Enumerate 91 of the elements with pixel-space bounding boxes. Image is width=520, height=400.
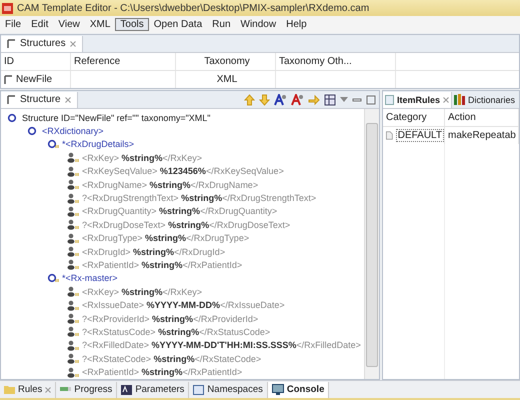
tree-node[interactable]: <RXdictionary> [42, 126, 104, 136]
close-icon[interactable] [70, 40, 76, 46]
progress-icon [60, 385, 72, 394]
node-icon [7, 112, 19, 123]
panel-tab[interactable]: Progress [56, 382, 118, 398]
panel-tab[interactable]: Rules [0, 382, 56, 398]
element-icon [67, 152, 79, 164]
close-icon[interactable] [64, 96, 71, 102]
menu-item[interactable]: XML [84, 18, 116, 31]
panel-tab[interactable]: Console [268, 382, 330, 398]
element-icon [67, 192, 79, 204]
tree-node[interactable]: <RxKeySeqValue> %123456%</RxKeySeqValue> [82, 166, 284, 176]
tree-node[interactable]: <RxIssueDate> %YYYY-MM-DD%</RxIssueDate> [82, 300, 285, 310]
arrow-icon[interactable] [308, 94, 320, 106]
menu-item[interactable]: View [53, 18, 85, 31]
tree-node[interactable]: ?<RxProviderId> %string%</RxProviderId> [82, 314, 258, 324]
panel-tab[interactable]: Dictionaries [452, 92, 518, 108]
grid-icon[interactable] [324, 94, 336, 106]
books-icon [454, 94, 466, 105]
tree-node[interactable]: <RxPatientId> %string%</RxPatientId> [82, 367, 242, 378]
scroll-thumb[interactable] [366, 123, 378, 367]
tree-node[interactable]: <RxDrugName> %string%</RxDrugName> [82, 180, 258, 190]
element-icon [67, 300, 79, 311]
table-cell: DEFAULT [396, 129, 444, 142]
node-icon [27, 126, 39, 136]
panel-tab[interactable]: ItemRules [383, 92, 452, 108]
table-icon [4, 74, 13, 84]
node-icon [47, 139, 59, 150]
parameters-icon [121, 384, 132, 394]
document-icon [386, 130, 393, 141]
element-icon [67, 286, 79, 298]
column-header[interactable]: Taxonomy [176, 53, 276, 70]
close-icon[interactable] [45, 386, 52, 392]
menu-item[interactable]: Window [236, 18, 282, 31]
table-cell: XML [216, 74, 238, 85]
menu-item[interactable]: Help [281, 18, 312, 31]
tree-node[interactable]: ?<RxDrugStrengthText> %string%</RxDrugStrengthText> [82, 193, 316, 204]
tree-node[interactable]: ?<RxStatusCode> %string%</RxStatusCode> [82, 326, 270, 337]
menu-item[interactable]: Run [207, 18, 236, 31]
tree-node[interactable]: <RxDrugType> %string%</RxDrugType> [82, 233, 250, 244]
menu-item[interactable]: Tools [115, 18, 149, 31]
down-arrow-icon[interactable] [259, 94, 270, 106]
folder-icon [4, 385, 15, 394]
scrollbar[interactable] [364, 109, 379, 379]
tree-node[interactable]: <RxKey> %string%</RxKey> [82, 286, 202, 297]
element-icon [67, 232, 79, 244]
node-icon [47, 273, 59, 284]
monitor-icon [272, 384, 284, 395]
dropdown-icon[interactable] [340, 96, 348, 102]
column-header[interactable]: ID [1, 53, 71, 70]
element-icon [67, 326, 79, 338]
tree-node[interactable]: *<Rx-master> [62, 273, 118, 284]
column-header[interactable]: Reference [71, 53, 176, 70]
tree-node[interactable]: Structure ID="NewFile" ref="" taxonomy="XML" [22, 112, 210, 123]
element-icon [67, 259, 79, 270]
structures-tab[interactable]: Structures [1, 36, 83, 52]
panel-tab[interactable]: Parameters [117, 382, 190, 398]
menu-item[interactable]: Open Data [148, 18, 208, 31]
element-icon [67, 340, 79, 351]
element-icon [67, 206, 79, 217]
tree-node[interactable]: ?<RxDrugDoseText> %string%</RxDrugDoseText> [82, 220, 290, 230]
up-arrow-icon[interactable] [244, 94, 255, 106]
window-title: CAM Template Editor - C:\Users\dwebber\Desktop\PMIX-sampler\RXdemo.cam [17, 2, 370, 14]
element-icon [67, 353, 79, 364]
menu-item[interactable]: Edit [26, 18, 54, 31]
tree-node[interactable]: ?<RxFilledDate> %YYYY-MM-DD'T'HH:MI:SS.SSS%</RxFilledDate> [82, 340, 361, 350]
tree-node[interactable]: <RxKey> %string%</RxKey> [82, 152, 202, 163]
close-icon[interactable] [443, 96, 450, 102]
menu-item[interactable]: File [0, 18, 26, 31]
element-icon [67, 313, 79, 324]
element-icon [67, 246, 79, 258]
table-cell: NewFile [16, 74, 52, 85]
tree-node[interactable]: *<RxDrugDetails> [62, 139, 134, 150]
structure-tab[interactable]: Structure [1, 92, 78, 108]
table-icon [7, 94, 16, 104]
table-icon [7, 38, 16, 48]
panel-tab[interactable]: Namespaces [189, 382, 268, 398]
tree-node[interactable]: ?<RxStateCode> %string%</RxStateCode> [82, 354, 262, 364]
column-header[interactable]: Taxonomy Oth... [276, 53, 396, 70]
tree-node[interactable]: <RxPatientId> %string%</RxPatientId> [82, 260, 242, 270]
column-header[interactable]: Action [445, 109, 519, 126]
maximize-icon[interactable] [366, 94, 376, 104]
element-icon [67, 219, 79, 230]
tree-node[interactable]: <RxDrugId> %string%</RxDrugId> [82, 246, 226, 257]
tree-node[interactable]: <RxDrugQuantity> %string%</RxDrugQuantity> [82, 206, 278, 216]
element-icon [67, 366, 79, 378]
column-header[interactable]: Category [383, 109, 445, 126]
element-icon [67, 179, 79, 190]
app-icon [2, 2, 13, 14]
element-icon [67, 166, 79, 177]
table-cell: makeRepeatab [448, 130, 516, 141]
